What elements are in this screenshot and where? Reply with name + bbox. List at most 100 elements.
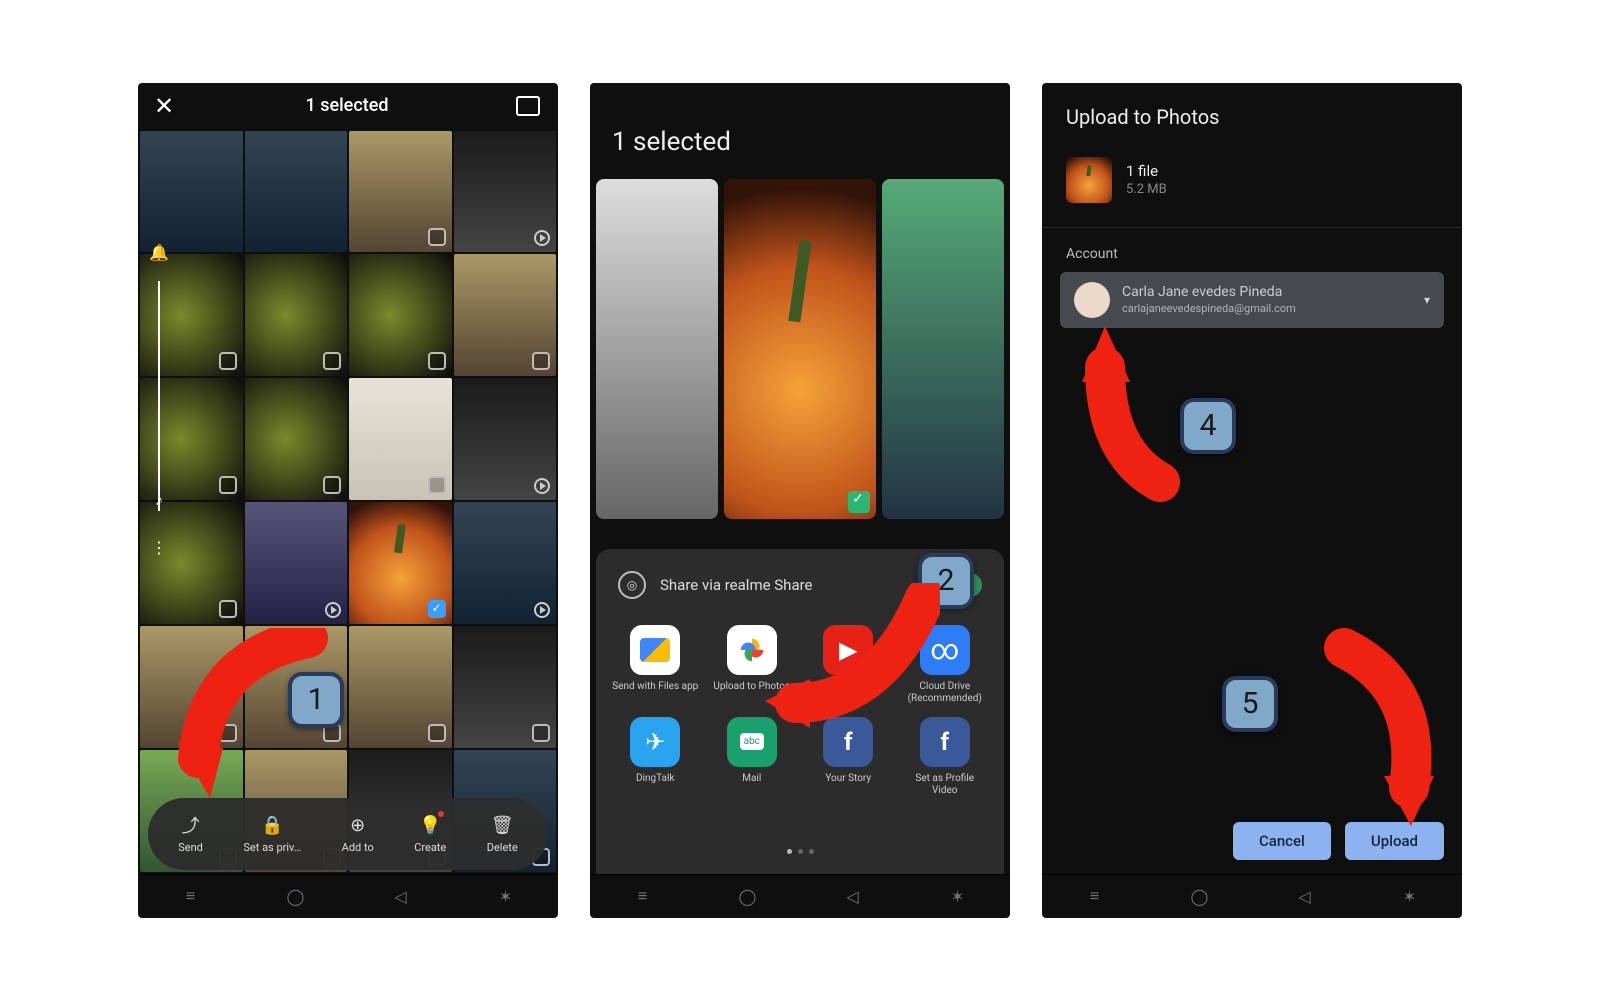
- preview-thumb-selected[interactable]: [724, 179, 876, 519]
- step-badge-4: 4: [1180, 398, 1236, 454]
- cancel-button[interactable]: Cancel: [1233, 822, 1331, 860]
- home-icon[interactable]: ◯: [1189, 885, 1211, 907]
- system-navbar: ≡ ◯ ◁ ✶: [590, 874, 1010, 918]
- lightbulb-icon: 💡: [418, 813, 442, 837]
- account-selector[interactable]: Carla Jane evedes Pineda carlajaneevedes…: [1060, 272, 1444, 328]
- file-thumbnail: [1066, 157, 1112, 203]
- photo-thumb[interactable]: [349, 131, 452, 253]
- app-label: Send with Files app: [612, 681, 698, 707]
- accessibility-icon[interactable]: ✶: [495, 885, 517, 907]
- back-icon[interactable]: ◁: [842, 885, 864, 907]
- photo-grid[interactable]: [138, 129, 558, 874]
- back-icon[interactable]: ◁: [390, 885, 412, 907]
- bell-icon: 🔔: [149, 243, 169, 262]
- screen-upload-to-photos: Upload to Photos 1 file 5.2 MB Account C…: [1042, 83, 1462, 918]
- share-files-app[interactable]: Send with Files app: [612, 625, 699, 707]
- photo-thumb[interactable]: [349, 626, 452, 748]
- share-your-story[interactable]: f Your Story: [805, 717, 892, 799]
- step-badge-5: 5: [1222, 676, 1278, 732]
- share-icon: ⤴: [179, 813, 203, 837]
- recent-apps-icon[interactable]: ≡: [180, 885, 202, 907]
- google-photos-icon: [727, 625, 777, 675]
- photo-thumb[interactable]: [454, 626, 557, 748]
- add-to-button[interactable]: ⊕ Add to: [342, 813, 374, 854]
- send-label: Send: [178, 841, 203, 854]
- app-label: Your Story: [825, 773, 871, 799]
- gallery-appbar: ✕ 1 selected: [138, 83, 558, 129]
- share-cloud-drive[interactable]: ∞ Cloud Drive (Recommended): [902, 625, 989, 707]
- selection-count: 1 selected: [188, 95, 506, 116]
- video-thumb[interactable]: [454, 378, 557, 500]
- video-thumb[interactable]: [454, 131, 557, 253]
- app-label: Upload to Photos: [713, 681, 790, 707]
- photo-thumb[interactable]: [349, 254, 452, 376]
- recent-apps-icon[interactable]: ≡: [632, 885, 654, 907]
- addto-label: Add to: [342, 841, 374, 854]
- photo-thumb[interactable]: [454, 254, 557, 376]
- cast-icon[interactable]: [516, 96, 540, 116]
- home-icon[interactable]: ◯: [285, 885, 307, 907]
- photo-thumb[interactable]: [140, 131, 243, 253]
- share-mail[interactable]: abc Mail: [709, 717, 796, 799]
- share-youtube[interactable]: ▶ YouTube: [805, 625, 892, 707]
- annotation-arrow-4: [1070, 322, 1180, 502]
- app-label: DingTalk: [636, 773, 675, 799]
- file-count: 1 file: [1126, 162, 1167, 180]
- step-badge-2: 2: [918, 553, 974, 609]
- photo-thumb[interactable]: [140, 626, 243, 748]
- file-summary: 1 file 5.2 MB: [1042, 143, 1462, 227]
- account-email: carlajaneevedespineda@gmail.com: [1122, 302, 1296, 315]
- accessibility-icon[interactable]: ✶: [947, 885, 969, 907]
- avatar: [1074, 282, 1110, 318]
- cloud-drive-icon: ∞: [920, 625, 970, 675]
- video-thumb[interactable]: [245, 502, 348, 624]
- app-label: Mail: [742, 773, 761, 799]
- screen-share-sheet: 1 selected ◎ Share via realme Share n: [590, 83, 1010, 918]
- share-dingtalk[interactable]: ✈ DingTalk: [612, 717, 699, 799]
- share-google-photos[interactable]: Upload to Photos: [709, 625, 796, 707]
- dialog-buttons: Cancel Upload: [1042, 822, 1462, 874]
- back-icon[interactable]: ◁: [1294, 885, 1316, 907]
- plus-circle-icon: ⊕: [346, 813, 370, 837]
- close-icon[interactable]: ✕: [150, 92, 178, 120]
- share-profile-video[interactable]: f Set as Profile Video: [902, 717, 989, 799]
- photo-thumb[interactable]: [349, 378, 452, 500]
- facebook-story-icon: f: [823, 717, 873, 767]
- selection-count: 1 selected: [590, 83, 1010, 179]
- accessibility-icon[interactable]: ✶: [1399, 885, 1421, 907]
- more-icon: ⋮: [151, 538, 167, 557]
- dialog-title: Upload to Photos: [1042, 83, 1462, 143]
- system-navbar: ≡ ◯ ◁ ✶: [138, 874, 558, 918]
- selection-action-bar: ⤴ Send 🔒 Set as priv… ⊕ Add to 💡 Create …: [148, 798, 548, 870]
- delete-label: Delete: [487, 841, 518, 854]
- dingtalk-icon: ✈: [630, 717, 680, 767]
- mail-icon: abc: [727, 717, 777, 767]
- home-icon[interactable]: ◯: [737, 885, 759, 907]
- facebook-profile-icon: f: [920, 717, 970, 767]
- checkmark-icon: [848, 491, 870, 513]
- account-name: Carla Jane evedes Pineda: [1122, 284, 1296, 300]
- delete-button[interactable]: 🗑 Delete: [487, 813, 518, 854]
- recent-apps-icon[interactable]: ≡: [1084, 885, 1106, 907]
- photo-thumb[interactable]: [245, 254, 348, 376]
- realme-share-label: Share via realme Share: [660, 576, 813, 594]
- preview-thumb[interactable]: [882, 179, 1004, 519]
- photo-thumb[interactable]: [349, 502, 452, 624]
- broadcast-icon: ◎: [618, 571, 646, 599]
- share-targets-grid: Send with Files app Upload to Photos ▶ Y…: [606, 617, 994, 807]
- trash-icon: 🗑: [490, 813, 514, 837]
- date-scrubber[interactable]: 🔔 ♪ ⋮: [142, 243, 176, 557]
- private-label: Set as priv…: [243, 841, 301, 854]
- send-button[interactable]: ⤴ Send: [178, 813, 203, 854]
- photo-thumb[interactable]: [245, 378, 348, 500]
- selected-preview-row[interactable]: [590, 179, 1010, 519]
- file-size: 5.2 MB: [1126, 182, 1167, 197]
- set-private-button[interactable]: 🔒 Set as priv…: [243, 813, 301, 854]
- upload-button[interactable]: Upload: [1345, 822, 1444, 860]
- video-thumb[interactable]: [454, 502, 557, 624]
- create-button[interactable]: 💡 Create: [414, 813, 446, 854]
- divider: [1042, 227, 1462, 228]
- photo-thumb[interactable]: [245, 131, 348, 253]
- preview-thumb[interactable]: [596, 179, 718, 519]
- page-indicator: [606, 839, 994, 864]
